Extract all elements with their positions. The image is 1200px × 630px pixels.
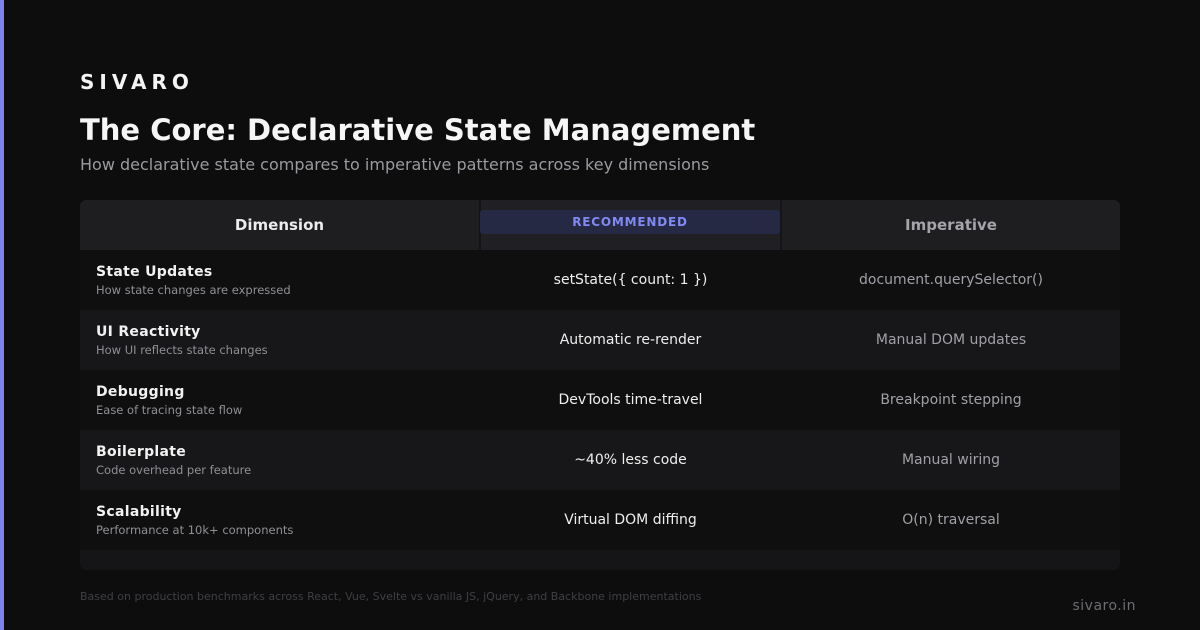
declarative-cell: DevTools time-travel bbox=[558, 392, 703, 408]
dimension-cell: UI Reactivity How UI reflects state chan… bbox=[80, 310, 479, 370]
dimension-description: How state changes are expressed bbox=[96, 282, 291, 297]
imperative-cell: Manual wiring bbox=[901, 452, 1001, 468]
dimension-name: State Updates bbox=[96, 263, 213, 280]
dimension-name: UI Reactivity bbox=[96, 323, 201, 340]
table-row: Scalability Performance at 10k+ componen… bbox=[80, 490, 1120, 550]
imperative-cell: O(n) traversal bbox=[902, 512, 1000, 528]
dimension-name: Scalability bbox=[96, 503, 182, 520]
table-row: State Updates How state changes are expr… bbox=[80, 250, 1120, 310]
table-body: State Updates How state changes are expr… bbox=[80, 250, 1120, 550]
dimension-cell: Boilerplate Code overhead per feature bbox=[80, 430, 479, 490]
brand-logo: SIVARO bbox=[80, 70, 194, 94]
dimension-name: Boilerplate bbox=[96, 443, 187, 460]
header-imperative: Imperative bbox=[782, 200, 1120, 250]
table-row: Debugging Ease of tracing state flow Dev… bbox=[80, 370, 1120, 430]
table-footer bbox=[80, 550, 1120, 570]
table-row: Boilerplate Code overhead per feature ~4… bbox=[80, 430, 1120, 490]
recommended-badge: RECOMMENDED bbox=[480, 210, 780, 234]
imperative-cell: Manual DOM updates bbox=[875, 332, 1027, 348]
accent-bar bbox=[0, 0, 4, 630]
page-subtitle: How declarative state compares to impera… bbox=[80, 155, 710, 174]
declarative-cell: Virtual DOM diffing bbox=[564, 512, 697, 528]
dimension-cell: State Updates How state changes are expr… bbox=[80, 250, 479, 310]
imperative-cell: Breakpoint stepping bbox=[880, 392, 1022, 408]
comparison-table: Dimension Declarative Imperative State U… bbox=[80, 200, 1120, 570]
header-dimension: Dimension bbox=[80, 200, 479, 250]
declarative-cell: ~40% less code bbox=[574, 452, 687, 468]
footnote: Based on production benchmarks across Re… bbox=[80, 590, 702, 603]
declarative-cell: setState({ count: 1 }) bbox=[553, 272, 708, 288]
dimension-cell: Debugging Ease of tracing state flow bbox=[80, 370, 479, 430]
dimension-name: Debugging bbox=[96, 383, 185, 400]
declarative-cell: Automatic re-render bbox=[559, 332, 702, 348]
page-title: The Core: Declarative State Management bbox=[80, 113, 756, 147]
dimension-description: Ease of tracing state flow bbox=[96, 402, 243, 417]
slide: SIVARO The Core: Declarative State Manag… bbox=[0, 0, 1200, 630]
dimension-cell: Scalability Performance at 10k+ componen… bbox=[80, 490, 479, 550]
dimension-description: Performance at 10k+ components bbox=[96, 522, 294, 537]
dimension-description: Code overhead per feature bbox=[96, 462, 252, 477]
site-url: sivaro.in bbox=[1072, 598, 1136, 614]
imperative-cell: document.querySelector() bbox=[859, 272, 1043, 288]
table-row: UI Reactivity How UI reflects state chan… bbox=[80, 310, 1120, 370]
dimension-description: How UI reflects state changes bbox=[96, 342, 268, 357]
